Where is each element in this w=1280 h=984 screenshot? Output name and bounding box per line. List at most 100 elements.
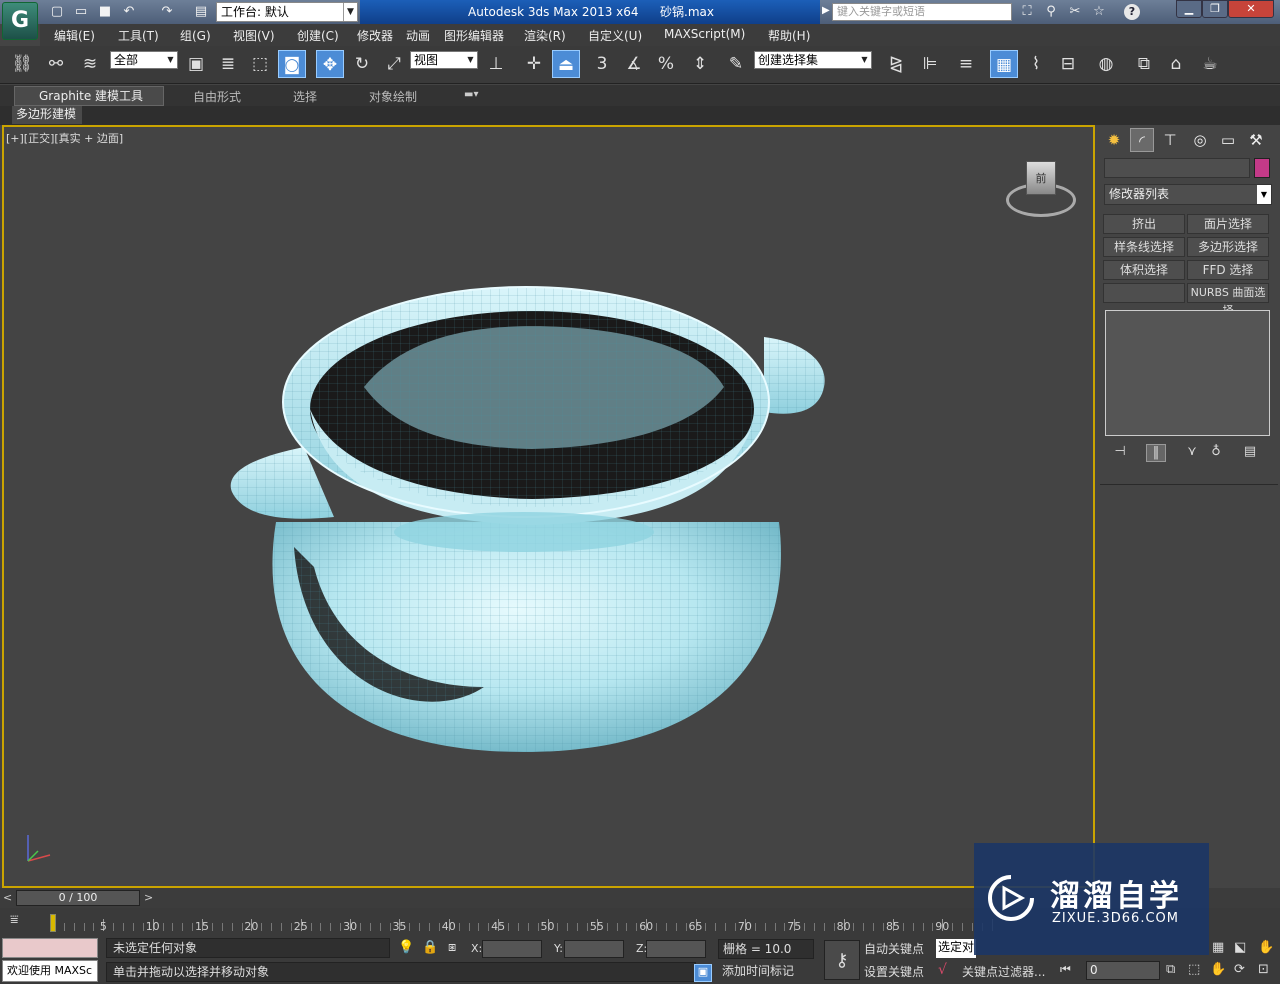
menu-views[interactable]: 视图(V) — [233, 27, 275, 44]
menu-tools[interactable]: 工具(T) — [118, 27, 159, 44]
project-folder-icon[interactable]: ▤ — [192, 4, 210, 20]
show-end-result-icon[interactable]: ‖ — [1146, 444, 1166, 462]
help-icon[interactable]: ? — [1124, 4, 1140, 20]
set-key-button[interactable]: 设置关键点 — [864, 963, 934, 981]
modify-panel-icon[interactable]: ◜ — [1130, 128, 1154, 152]
make-unique-icon[interactable]: ⋎ — [1182, 444, 1202, 462]
select-by-name-icon[interactable]: ≣ — [214, 50, 242, 78]
open-file-icon[interactable]: ▭ — [72, 4, 90, 20]
pin-stack-icon[interactable]: ⊣ — [1110, 444, 1130, 462]
menu-create[interactable]: 创建(C) — [297, 27, 339, 44]
patch-select-button[interactable]: 面片选择 — [1187, 214, 1269, 234]
object-color-swatch[interactable] — [1254, 158, 1270, 178]
keyboard-shortcut-override-icon[interactable]: ⏏ — [552, 50, 580, 78]
render-setup-icon[interactable]: ⧉ — [1130, 50, 1158, 78]
subscription-icon[interactable]: ⚲ — [1042, 4, 1060, 20]
zoom-extents-icon[interactable]: ⬚ — [1188, 962, 1200, 977]
motion-panel-icon[interactable]: ◎ — [1188, 128, 1212, 152]
select-and-rotate-icon[interactable]: ↻ — [348, 50, 376, 78]
rectangular-selection-icon[interactable]: ⬚ — [246, 50, 274, 78]
select-and-manipulate-icon[interactable]: ✛ — [520, 50, 548, 78]
time-marker[interactable] — [50, 914, 56, 932]
expand-arrow-icon[interactable]: ▶ — [822, 5, 830, 16]
viewcube[interactable]: 前 — [1004, 159, 1078, 221]
menu-rendering[interactable]: 渲染(R) — [524, 27, 566, 44]
object-name-field[interactable] — [1104, 158, 1250, 178]
communication-center-icon[interactable]: ✂ — [1066, 4, 1084, 20]
tab-graphite-modeling[interactable]: Graphite 建模工具 — [14, 86, 164, 106]
x-coordinate-field[interactable] — [482, 940, 542, 958]
ribbon-options-icon[interactable]: ▬▾ — [464, 89, 478, 100]
poly-select-button[interactable]: 多边形选择 — [1187, 237, 1269, 257]
app-logo-icon[interactable]: G — [2, 2, 38, 40]
absolute-mode-icon[interactable]: ⧆ — [448, 940, 456, 955]
select-and-move-icon[interactable]: ✥ — [316, 50, 344, 78]
modifier-stack[interactable] — [1105, 310, 1270, 436]
isolate-selection-icon[interactable]: 💡 — [398, 940, 414, 955]
undo-icon[interactable]: ↶ — [120, 4, 138, 20]
window-crossing-icon[interactable]: ◙ — [278, 50, 306, 78]
unlink-icon[interactable]: ⚯ — [42, 50, 70, 78]
pan-hand-icon[interactable]: ✋ — [1210, 962, 1226, 977]
favorites-star-icon[interactable]: ☆ — [1090, 4, 1108, 20]
remove-modifier-icon[interactable]: ♁ — [1206, 444, 1226, 462]
reference-coord-dropdown[interactable]: 视图 ▼ — [410, 51, 478, 69]
select-and-link-icon[interactable]: ⛓ — [8, 50, 36, 78]
select-object-icon[interactable]: ▣ — [182, 50, 210, 78]
goto-start-icon[interactable]: ⏮ — [1060, 962, 1071, 977]
empty-modifier-button[interactable] — [1103, 283, 1185, 303]
zoom-all-icon[interactable]: ▦ — [1212, 940, 1224, 955]
layer-manager-icon[interactable]: ≡ — [952, 50, 980, 78]
utilities-panel-icon[interactable]: ⚒ — [1244, 128, 1268, 152]
maxscript-listener-field[interactable] — [2, 938, 98, 958]
pivot-center-icon[interactable]: ⊥ — [482, 50, 510, 78]
polygon-modeling-panel[interactable]: 多边形建模 — [12, 106, 82, 124]
viewport-label[interactable]: [+][正交][真实 + 边面] — [6, 130, 123, 146]
menu-edit[interactable]: 编辑(E) — [54, 27, 95, 44]
nurbs-surface-select-button[interactable]: NURBS 曲面选择 — [1187, 283, 1269, 317]
menu-customize[interactable]: 自定义(U) — [588, 27, 642, 44]
pan-view-icon[interactable]: ✋ — [1258, 940, 1274, 955]
menu-animation[interactable]: 动画 — [406, 27, 430, 44]
key-filters-button[interactable]: 关键点过滤器... — [962, 963, 1052, 981]
material-editor-icon[interactable]: ◍ — [1092, 50, 1120, 78]
selection-filter-dropdown[interactable]: 全部 ▼ — [110, 51, 178, 69]
y-coordinate-field[interactable] — [564, 940, 624, 958]
menu-modifiers[interactable]: 修改器 — [357, 27, 393, 44]
time-tag-icon[interactable]: ▣ — [694, 964, 712, 982]
prev-frame-icon[interactable]: < — [3, 891, 12, 904]
select-and-scale-icon[interactable]: ⤢ — [380, 50, 408, 78]
tab-object-paint[interactable]: 对象绘制 — [369, 88, 417, 105]
field-of-view-icon[interactable]: ⬕ — [1234, 940, 1246, 955]
search-input[interactable]: 键入关键字或短语 — [832, 3, 1012, 21]
configure-modifier-sets-icon[interactable]: ▤ — [1240, 444, 1260, 462]
spinner-snap-icon[interactable]: ⇕ — [686, 50, 714, 78]
menu-graph-editors[interactable]: 图形编辑器 — [444, 27, 504, 44]
tab-selection[interactable]: 选择 — [293, 88, 317, 105]
display-panel-icon[interactable]: ▭ — [1216, 128, 1240, 152]
binoculars-icon[interactable]: ⛶ — [1018, 4, 1036, 20]
new-file-icon[interactable]: ▢ — [48, 4, 66, 20]
restore-button[interactable]: ❐ — [1202, 0, 1228, 18]
redo-icon[interactable]: ↷ — [158, 4, 176, 20]
workspace-dropdown[interactable]: 工作台: 默认 ▼ — [216, 2, 358, 22]
rendered-frame-window-icon[interactable]: ⌂ — [1162, 50, 1190, 78]
modifier-list-dropdown[interactable]: 修改器列表 ▼ — [1104, 184, 1272, 205]
align-icon[interactable]: ⊫ — [916, 50, 944, 78]
bind-space-warp-icon[interactable]: ≋ — [76, 50, 104, 78]
key-icon[interactable]: ⚷ — [824, 940, 860, 980]
auto-key-button[interactable]: 自动关键点 — [864, 940, 934, 958]
z-coordinate-field[interactable] — [646, 940, 706, 958]
add-time-tag-button[interactable]: 添加时间标记 — [718, 962, 814, 982]
mirror-icon[interactable]: ⧎ — [882, 50, 910, 78]
named-selection-dropdown[interactable]: 创建选择集 ▼ — [754, 51, 872, 69]
current-frame-field[interactable]: 0 — [1086, 961, 1160, 980]
percent-snap-icon[interactable]: % — [652, 50, 680, 78]
orbit-icon[interactable]: ⟳ — [1234, 962, 1245, 977]
time-slider[interactable]: 0 / 100 — [16, 890, 140, 906]
minimize-button[interactable]: ▁ — [1176, 0, 1202, 18]
graphite-ribbon-toggle-icon[interactable]: ▦ — [990, 50, 1018, 78]
viewcube-face[interactable]: 前 — [1026, 161, 1056, 195]
mini-curve-editor-icon[interactable]: ⩸ — [10, 912, 19, 928]
save-file-icon[interactable]: ■ — [96, 4, 114, 20]
